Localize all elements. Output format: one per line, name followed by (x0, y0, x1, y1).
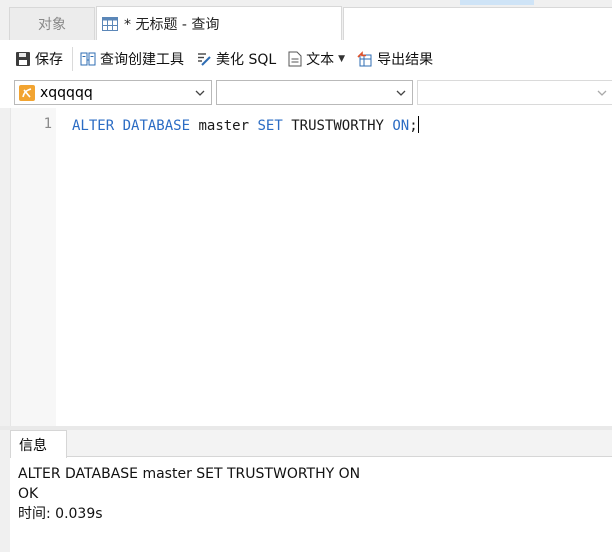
identifier-token: master (198, 118, 250, 134)
save-icon (16, 51, 30, 66)
code-line[interactable]: ALTER DATABASE master SET TRUSTWORTHY ON… (72, 116, 419, 135)
chevron-down-icon: ▼ (338, 53, 346, 64)
message-statement: ALTER DATABASE master SET TRUSTWORTHY ON (18, 466, 361, 482)
keyword-token: ALTER (72, 118, 115, 134)
toolbar-divider (72, 46, 73, 71)
keyword-token: DATABASE (122, 118, 191, 134)
chevron-down-icon (195, 90, 205, 96)
message-time: 时间: 0.039s (18, 506, 103, 522)
chevron-down-icon (597, 90, 607, 96)
tab-bar-empty-area (343, 7, 612, 40)
beautify-sql-icon (198, 52, 211, 66)
connection-selector-row: xqqqqq (0, 77, 612, 108)
query-builder-button[interactable]: 查询创建工具 (77, 46, 187, 72)
database-select[interactable] (216, 80, 413, 105)
semicolon-token: ; (409, 118, 418, 134)
text-cursor (417, 116, 419, 133)
tab-info-label: 信息 (19, 437, 47, 454)
identifier-token: TRUSTWORTHY (291, 118, 384, 134)
connection-select[interactable]: xqqqqq (14, 80, 212, 105)
tab-query-label: * 无标题 - 查询 (124, 16, 220, 33)
keyword-token: SET (257, 118, 283, 134)
tab-query[interactable]: * 无标题 - 查询 (96, 6, 342, 40)
schema-select[interactable] (417, 80, 612, 105)
export-results-label: 导出结果 (377, 51, 434, 68)
sql-editor[interactable]: 1 ALTER DATABASE master SET TRUSTWORTHY … (10, 108, 612, 426)
text-document-icon (288, 51, 302, 66)
tab-strip-indicator (460, 0, 534, 5)
beautify-sql-label: 美化 SQL (216, 51, 277, 68)
chevron-down-icon (396, 90, 406, 96)
text-menu-button[interactable]: 文本 ▼ (285, 46, 348, 72)
message-status: OK (18, 486, 39, 502)
connection-value: xqqqqq (40, 84, 93, 101)
beautify-sql-button[interactable]: 美化 SQL (193, 46, 279, 72)
tab-info[interactable]: 信息 (10, 430, 67, 458)
export-results-icon (357, 50, 372, 66)
line-number-gutter: 1 (11, 108, 56, 426)
mssql-connection-icon (19, 84, 35, 101)
save-label: 保存 (35, 51, 63, 68)
query-builder-label: 查询创建工具 (100, 51, 184, 68)
keyword-token: ON (392, 118, 410, 134)
result-panel: 信息 ALTER DATABASE master SET TRUSTWORTHY… (10, 430, 612, 552)
query-builder-icon (80, 52, 96, 65)
toolbar: 保存 查询创建工具 美化 SQL 文本 ▼ 导出结果 (0, 40, 612, 77)
export-results-button[interactable]: 导出结果 (354, 46, 436, 72)
table-icon (102, 16, 118, 31)
save-button[interactable]: 保存 (12, 46, 66, 72)
tab-bar: 对象 * 无标题 - 查询 (0, 0, 612, 40)
tab-objects[interactable]: 对象 (9, 7, 95, 40)
tab-objects-label: 对象 (38, 17, 66, 33)
text-label: 文本 (306, 51, 335, 68)
line-number: 1 (43, 116, 52, 132)
result-tab-bar: 信息 (10, 430, 612, 458)
